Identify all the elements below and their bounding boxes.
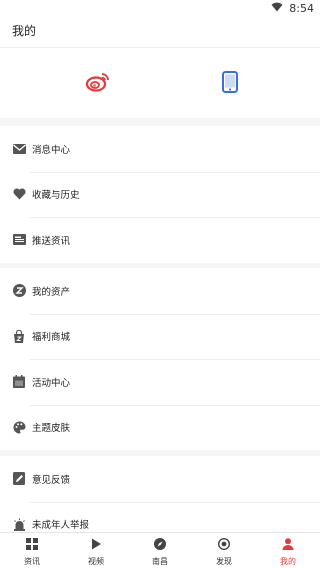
compass-icon [154,535,166,554]
menu-item-label: 活动中心 [32,377,71,389]
menu-item-label: 主题皮肤 [32,423,71,435]
menu-item-label: 我的资产 [32,286,71,298]
bottom-tab-bar: 资讯 视频 南昌 发现 我的 [0,532,320,568]
status-bar: 8:54 [0,0,320,18]
feedback-icon [12,472,26,486]
push-icon [12,233,26,247]
menu-item-activity-center[interactable]: 活动中心 [0,359,320,405]
menu-item-push-news[interactable]: 推送资讯 [0,217,320,263]
tab-label: 南昌 [152,556,168,566]
heart-icon [12,187,26,201]
user-icon [282,535,294,554]
menu-item-label: 收藏与历史 [32,190,80,202]
wifi-icon [271,2,283,15]
mail-icon [12,142,26,156]
tab-label: 视频 [88,556,104,566]
menu-item-label: 意见反馈 [32,474,71,486]
menu-item-label: 消息中心 [32,144,71,156]
tab-mine[interactable]: 我的 [256,533,320,568]
menu-item-favorites-history[interactable]: 收藏与历史 [0,171,320,218]
page-title: 我的 [0,18,320,48]
tab-nanchang[interactable]: 南昌 [128,533,192,568]
menu-item-feedback[interactable]: 意见反馈 [0,456,320,502]
menu-item-my-assets[interactable]: 我的资产 [0,268,320,314]
target-icon [217,535,231,554]
grid-icon [26,535,38,554]
shop-bag-icon [12,329,26,343]
login-options [0,48,320,118]
tab-label: 我的 [280,556,296,566]
menu-item-label: 推送资讯 [32,235,71,247]
menu-item-theme-skin[interactable]: 主题皮肤 [0,404,320,451]
menu-item-welfare-mall[interactable]: 福利商城 [0,313,320,360]
tab-label: 发现 [216,556,232,566]
assets-icon [12,284,26,298]
menu-item-label: 福利商城 [32,332,71,344]
menu-group-1: 消息中心 收藏与历史 推送资讯 [0,126,320,263]
weibo-icon[interactable] [86,70,110,94]
menu-item-message-center[interactable]: 消息中心 [0,126,320,172]
tab-discover[interactable]: 发现 [192,533,256,568]
palette-icon [12,420,26,434]
tab-video[interactable]: 视频 [64,533,128,568]
tab-news[interactable]: 资讯 [0,533,64,568]
calendar-icon [12,375,26,389]
alarm-icon [12,517,26,531]
tab-label: 资讯 [24,556,40,566]
play-icon [90,535,102,554]
menu-group-2: 我的资产 福利商城 活动中心 主题皮肤 [0,268,320,450]
menu-item-label: 未成年人举报 [32,520,90,532]
status-time: 8:54 [289,2,314,15]
phone-icon[interactable] [218,70,242,94]
